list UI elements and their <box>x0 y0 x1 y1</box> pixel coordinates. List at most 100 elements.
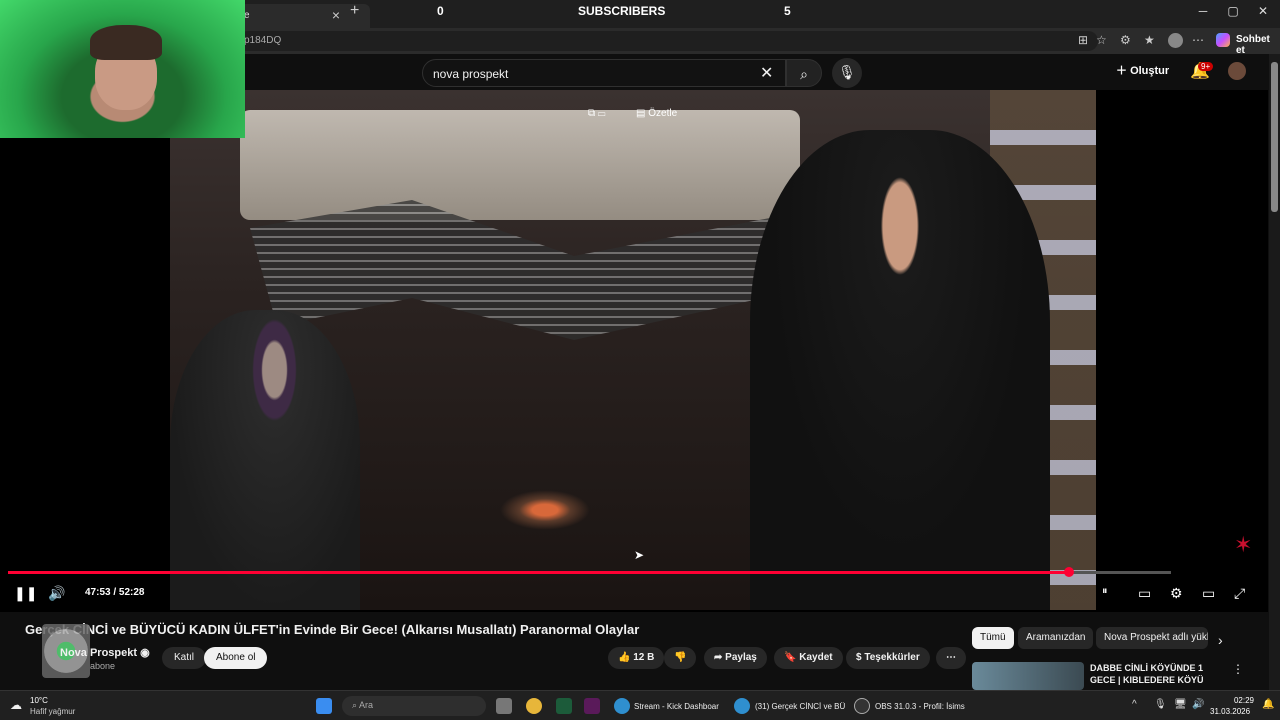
save-label: Kaydet <box>799 652 833 663</box>
chat-button[interactable]: Sohbet et <box>1236 34 1280 56</box>
obs-icon[interactable] <box>854 698 870 714</box>
overlay-left-count: 0 <box>437 4 444 18</box>
share-icon: ➦ <box>714 652 723 663</box>
chevron-right-icon[interactable]: › <box>1218 632 1223 648</box>
search-icon: ⌕ <box>800 66 808 82</box>
like-count: 12 B <box>633 652 655 663</box>
maximize-button[interactable]: ▢ <box>1218 4 1248 18</box>
close-window-button[interactable]: ✕ <box>1248 4 1278 18</box>
summary-button[interactable]: ▤ Özetle <box>636 108 677 119</box>
settings-icon[interactable]: ⚙ <box>1170 585 1183 602</box>
taskbar-date[interactable]: 31.03.2026 <box>1210 707 1250 716</box>
thumbs-up-icon: 👍 <box>618 652 631 663</box>
weather-temp[interactable]: 10°C <box>30 696 48 705</box>
like-button[interactable]: 👍 12 B <box>608 647 665 669</box>
channel-watermark-icon: ✶ <box>1234 532 1253 557</box>
search-button[interactable]: ⌕ <box>786 59 822 87</box>
more-actions-button[interactable]: ⋯ <box>936 647 966 669</box>
tray-network-icon[interactable]: 🖥 <box>1174 699 1187 710</box>
thanks-label: Teşekkürler <box>864 652 920 663</box>
taskbar-app-youtube[interactable]: (31) Gerçek CİNCİ ve BÜ <box>755 702 845 711</box>
account-avatar[interactable] <box>1228 62 1246 80</box>
create-label: Oluştur <box>1130 65 1170 77</box>
recommendation-menu-icon[interactable]: ⋮ <box>1232 662 1244 676</box>
streamer-hair <box>90 25 162 60</box>
tab-close-icon[interactable]: × <box>332 7 340 23</box>
tray-mic-icon[interactable]: 🎙 <box>1154 699 1167 710</box>
join-button[interactable]: Katıl <box>162 647 207 669</box>
taskbar-clock[interactable]: 02:29 <box>1214 696 1254 705</box>
chrome-icon[interactable] <box>526 698 542 714</box>
progress-scrubber[interactable] <box>1064 567 1074 577</box>
apps-icon[interactable]: ⊞ <box>1078 33 1088 47</box>
taskbar-search[interactable]: ⌕ Ara <box>342 696 486 716</box>
share-button[interactable]: ➦ Paylaş <box>704 647 767 669</box>
subscribe-button[interactable]: Abone ol <box>204 647 268 669</box>
taskbar-app-kick[interactable]: Stream - Kick Dashboar <box>634 702 719 711</box>
tray-chevron-icon[interactable]: ^ <box>1132 699 1137 710</box>
video-frame <box>170 90 1096 610</box>
favorite-star-icon[interactable]: ☆ <box>1096 33 1107 47</box>
video-player[interactable] <box>0 90 1268 612</box>
tray-volume-icon[interactable]: 🔊 <box>1192 699 1204 710</box>
copilot-icon[interactable] <box>1216 33 1230 47</box>
dislike-button[interactable]: 👎 <box>664 647 697 669</box>
taskbar-app-obs[interactable]: OBS 31.0.3 - Profil: İsims <box>875 702 965 711</box>
thanks-button[interactable]: $ Teşekkürler <box>846 647 930 669</box>
chip-all[interactable]: Tümü <box>972 627 1014 649</box>
create-button[interactable]: ＋ Oluştur <box>1116 62 1169 78</box>
autoplay-toggle-icon[interactable]: ⏸ <box>1102 585 1108 598</box>
scene-woman <box>170 310 360 610</box>
volume-icon[interactable]: 🔊 <box>48 585 65 602</box>
edge-icon-2[interactable] <box>734 698 750 714</box>
pause-icon[interactable]: ❚❚ <box>14 585 37 602</box>
recommendation-thumbnail[interactable] <box>972 662 1084 690</box>
webcam-overlay <box>0 0 245 138</box>
edge-icon[interactable] <box>614 698 630 714</box>
channel-name-text: Nova Prospekt <box>60 647 138 659</box>
new-tab-icon[interactable]: + <box>350 2 359 20</box>
weather-desc[interactable]: Hafif yağmur <box>30 707 75 716</box>
overlay-right-count: 5 <box>784 4 791 18</box>
bookmark-icon: 🔖 <box>784 652 797 663</box>
scene-fireplace <box>500 490 590 530</box>
time-display: 47:53 / 52:28 <box>85 587 145 598</box>
notification-badge: 9+ <box>1198 62 1214 71</box>
subtitles-icon[interactable]: ▭ <box>1138 585 1151 602</box>
minimize-button[interactable]: ─ <box>1188 4 1218 18</box>
profile-avatar[interactable] <box>1168 33 1183 48</box>
url-field[interactable]: p184DQ <box>238 31 1098 51</box>
video-title: Gerçek CİNCİ ve BÜYÜCÜ KADIN ÜLFET'in Ev… <box>25 622 640 637</box>
file-explorer-icon[interactable] <box>496 698 512 714</box>
notification-center-icon[interactable]: 🔔 <box>1262 699 1274 710</box>
app-icon-2[interactable] <box>584 698 600 714</box>
save-button[interactable]: 🔖 Kaydet <box>774 647 843 669</box>
share-label: Paylaş <box>725 652 757 663</box>
overlay-subscribers-label: SUBSCRIBERS <box>578 4 666 18</box>
start-button-icon[interactable] <box>316 698 332 714</box>
channel-name[interactable]: Nova Prospekt ◉ <box>60 646 150 659</box>
theater-mode-icon[interactable]: ▭ <box>1202 585 1215 602</box>
fullscreen-icon[interactable]: ⤢ <box>1234 585 1245 602</box>
thumbs-down-icon: 👎 <box>674 652 687 663</box>
taskbar-search-placeholder: Ara <box>359 700 374 710</box>
scene-hanging-cloth <box>250 200 790 340</box>
clear-search-icon[interactable]: ✕ <box>760 63 773 83</box>
scrollbar-thumb[interactable] <box>1271 62 1278 212</box>
extensions-icon[interactable]: ⚙ <box>1120 33 1131 47</box>
summary-label: Özetle <box>648 108 678 119</box>
subscriber-count: abone <box>90 661 116 671</box>
mouse-cursor-icon: ➤ <box>634 548 645 562</box>
progress-bar-fill <box>8 571 1069 574</box>
thanks-icon: $ <box>856 652 862 663</box>
app-icon[interactable] <box>556 698 572 714</box>
more-menu-icon[interactable]: ⋯ <box>1192 33 1204 47</box>
miniplayer-icon[interactable]: ⧉ ▭ <box>588 108 606 124</box>
chip-channel-uploads[interactable]: Nova Prospekt adlı yükle <box>1096 627 1208 649</box>
scene-man <box>750 130 1050 610</box>
chip-from-search[interactable]: Aramanızdan <box>1018 627 1094 649</box>
favorites-icon[interactable]: ★ <box>1144 33 1155 47</box>
recommendation-title[interactable]: DABBE CİNLİ KÖYÜNDE 1 GECE | KIBLEDERE K… <box>1090 662 1230 686</box>
voice-search-button[interactable]: 🎙 <box>832 58 862 88</box>
search-input[interactable]: nova prospekt <box>422 59 786 87</box>
